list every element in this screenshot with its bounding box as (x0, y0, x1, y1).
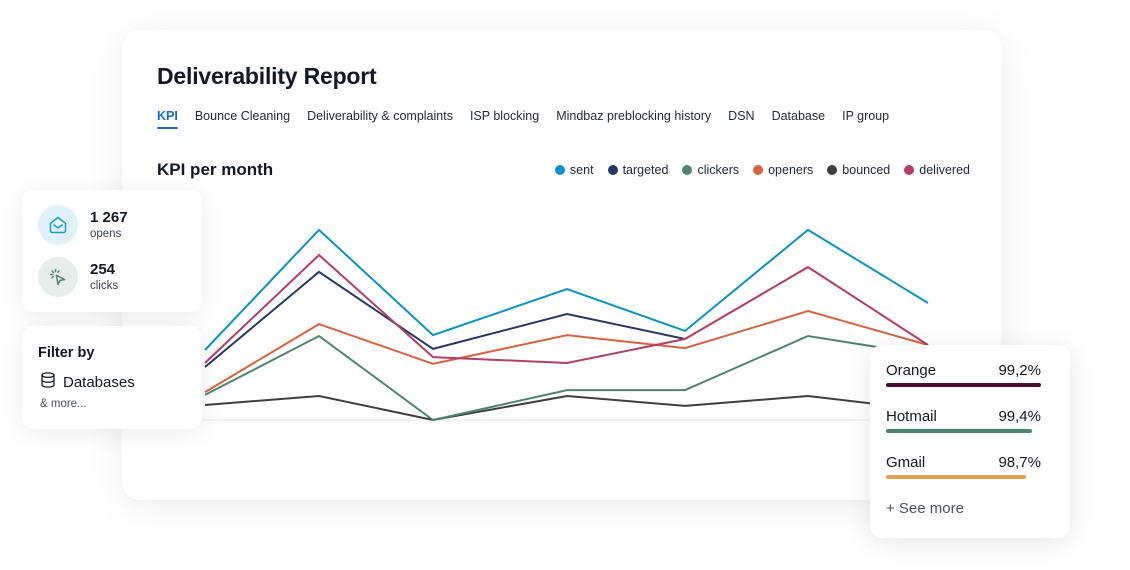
chart-legend: sent targeted clickers openers bounced d… (541, 163, 970, 177)
isp-value: 99,2% (998, 362, 1041, 379)
isp-value: 98,7% (998, 454, 1041, 471)
tab-dsn[interactable]: DSN (728, 109, 754, 129)
envelope-open-icon (38, 205, 78, 245)
isp-value: 99,4% (998, 408, 1041, 425)
see-more-link[interactable]: + See more (886, 500, 964, 517)
legend-dot (554, 165, 565, 175)
tab-deliverability-complaints[interactable]: Deliverability & complaints (307, 109, 453, 129)
isp-bar (886, 383, 1041, 387)
legend-label: bounced (842, 163, 891, 177)
tab-kpi[interactable]: KPI (157, 109, 178, 129)
legend-item-targeted[interactable]: targeted (607, 163, 669, 177)
tab-ip-group[interactable]: IP group (842, 109, 889, 129)
isp-row-gmail: Gmail 98,7% (886, 454, 1041, 479)
legend-label: sent (569, 163, 594, 177)
legend-label: delivered (919, 163, 970, 177)
stat-clicks: 254 clicks (38, 257, 118, 297)
isp-row-orange: Orange 99,2% (886, 362, 1041, 387)
legend-label: clickers (697, 163, 740, 177)
legend-label: targeted (622, 163, 669, 177)
legend-item-sent[interactable]: sent (554, 163, 594, 177)
database-icon (39, 371, 57, 393)
filter-more-link[interactable]: & more... (40, 398, 87, 410)
isp-card: Orange 99,2% Hotmail 99,4% Gmail 98,7% + Se… (870, 345, 1070, 538)
tab-bounce-cleaning[interactable]: Bounce Cleaning (195, 109, 290, 129)
tab-database[interactable]: Database (772, 109, 826, 129)
opens-label: opens (90, 227, 122, 240)
clicks-value: 254 (90, 260, 116, 278)
opens-value: 1 267 (90, 208, 128, 226)
legend-dot (904, 165, 915, 175)
legend-item-delivered[interactable]: delivered (904, 163, 970, 177)
isp-bar (886, 475, 1027, 479)
legend-dot (827, 165, 838, 175)
isp-bar (886, 429, 1032, 433)
isp-name: Gmail (886, 454, 926, 471)
isp-name: Orange (886, 362, 937, 379)
filter-databases[interactable]: Databases (39, 371, 135, 393)
legend-label: openers (768, 163, 814, 177)
legend-item-bounced[interactable]: bounced (827, 163, 890, 177)
report-tabs: KPI Bounce Cleaning Deliverability & com… (157, 109, 906, 129)
cursor-click-icon (38, 257, 78, 297)
filter-title: Filter by (38, 345, 95, 361)
stats-card: 1 267 opens 254 clicks (22, 190, 202, 312)
legend-item-openers[interactable]: openers (753, 163, 813, 177)
tab-isp-blocking[interactable]: ISP blocking (470, 109, 539, 129)
clicks-label: clicks (90, 279, 119, 292)
filter-card: Filter by Databases & more... (22, 326, 202, 429)
tab-mindbaz-preblocking-history[interactable]: Mindbaz preblocking history (556, 109, 711, 129)
legend-dot (607, 165, 618, 175)
isp-name: Hotmail (886, 408, 937, 425)
legend-dot (753, 165, 764, 175)
page-title: Deliverability Report (157, 63, 377, 89)
filter-databases-label: Databases (63, 373, 135, 391)
legend-item-clickers[interactable]: clickers (682, 163, 739, 177)
legend-dot (682, 165, 693, 175)
isp-row-hotmail: Hotmail 99,4% (886, 408, 1041, 433)
stat-opens: 1 267 opens (38, 205, 128, 245)
chart-title: KPI per month (157, 160, 274, 179)
